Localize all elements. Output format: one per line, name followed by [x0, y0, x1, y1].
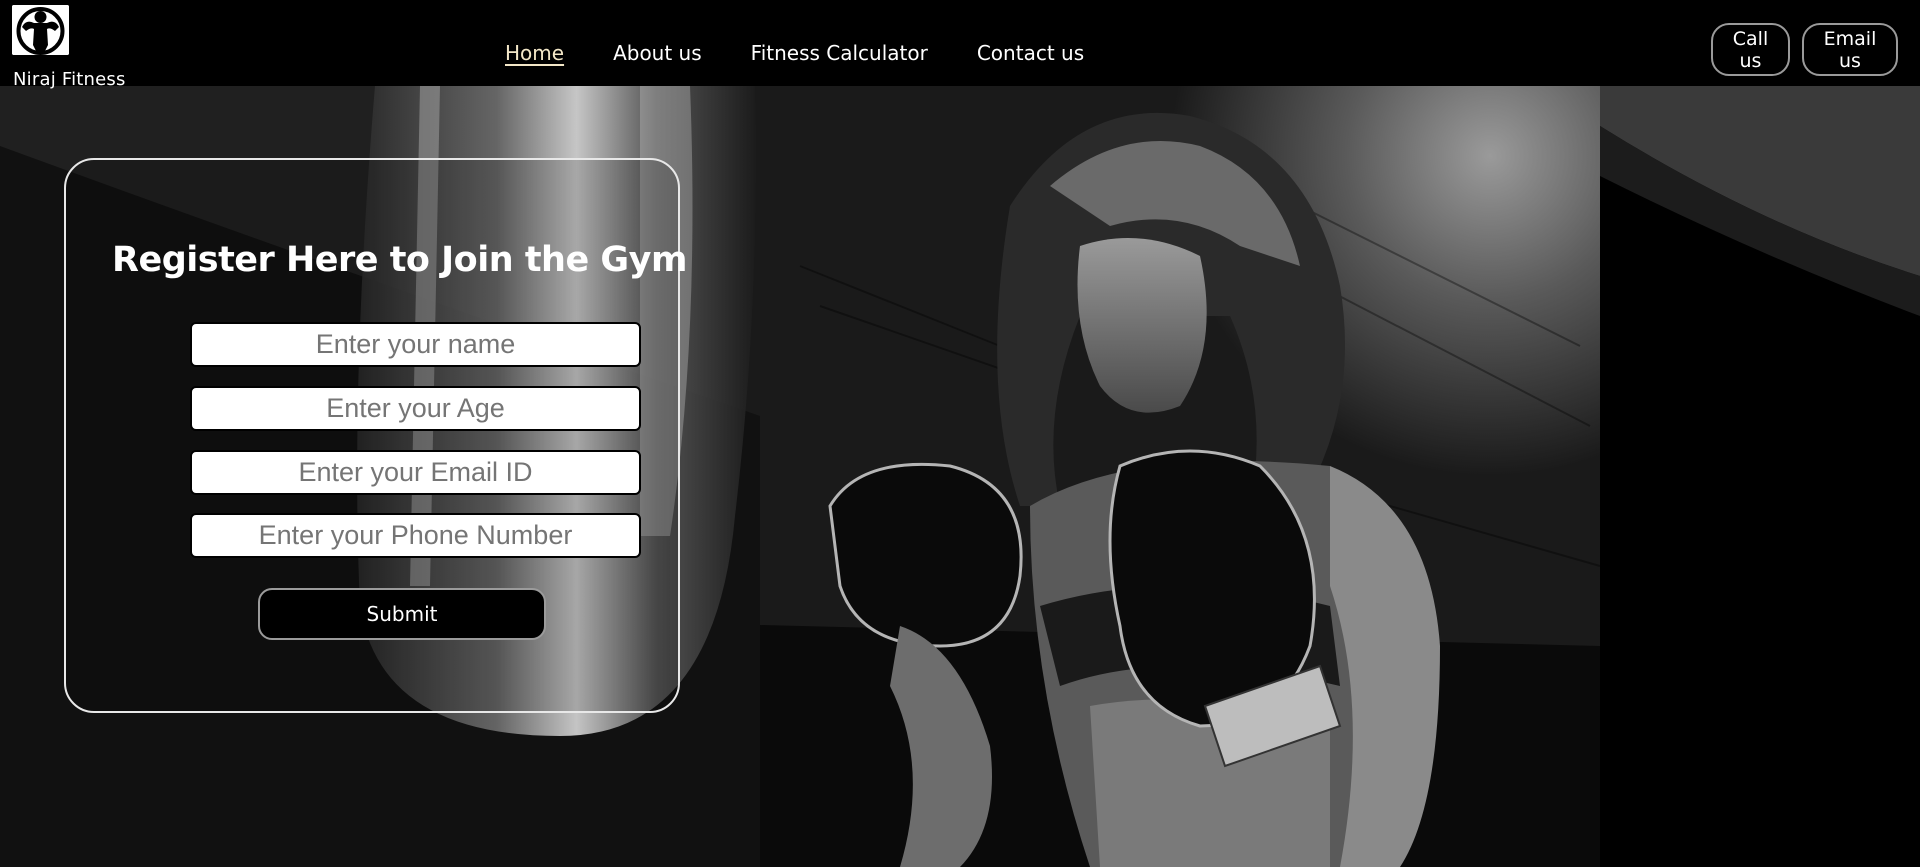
nav-fitness-calculator[interactable]: Fitness Calculator: [751, 41, 928, 65]
nav-home[interactable]: Home: [505, 41, 564, 65]
register-form-card: Register Here to Join the Gym Submit: [64, 158, 687, 713]
main-nav: Home About us Fitness Calculator Contact…: [505, 41, 1133, 65]
nav-about-us[interactable]: About us: [613, 41, 702, 65]
navbar: Niraj Fitness Home About us Fitness Calc…: [0, 0, 1920, 90]
email-input[interactable]: [190, 450, 641, 495]
register-title: Register Here to Join the Gym: [112, 240, 687, 280]
email-us-button[interactable]: Email us: [1802, 23, 1898, 76]
name-input[interactable]: [190, 322, 641, 367]
nav-contact-us[interactable]: Contact us: [977, 41, 1084, 65]
muscle-man-logo-icon[interactable]: [12, 5, 69, 55]
phone-input[interactable]: [190, 513, 641, 558]
brand-name: Niraj Fitness: [13, 69, 126, 90]
age-input[interactable]: [190, 386, 641, 431]
submit-button[interactable]: Submit: [258, 588, 546, 640]
call-us-button[interactable]: Call us: [1711, 23, 1790, 76]
